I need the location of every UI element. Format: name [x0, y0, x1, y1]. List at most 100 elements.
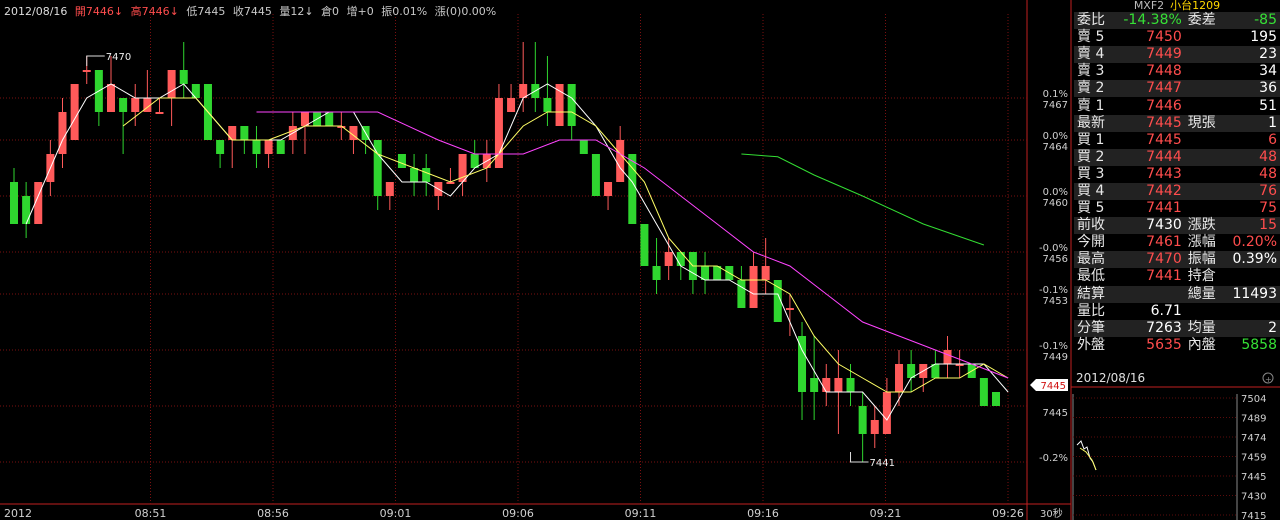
candle-body	[70, 84, 79, 140]
y-pct-label: -0.0%	[1039, 243, 1068, 254]
candle-body	[737, 280, 746, 308]
bid-row[interactable]: 買 4 7442 76	[1074, 182, 1280, 201]
ask-label: 賣 3	[1077, 63, 1105, 80]
change-pct-value: 0.20%	[1232, 234, 1277, 251]
ask-row[interactable]: 賣 5 7450 195	[1074, 29, 1280, 46]
candle-body	[676, 252, 685, 266]
y-price-label: 7467	[1043, 100, 1068, 111]
ratio-label: 委比	[1074, 12, 1113, 30]
candle-body	[785, 308, 794, 310]
avg-volume-value: 2	[1223, 319, 1280, 337]
moving-average-line	[741, 153, 985, 246]
candle-body	[979, 378, 988, 406]
bid-label: 買 5	[1077, 200, 1105, 217]
header-amplitude: 振0.01%	[381, 5, 428, 18]
ask-price: 7447	[1112, 80, 1185, 98]
y-pct-label: 0.1%	[1043, 89, 1068, 100]
outer-label: 外盤	[1077, 336, 1105, 353]
ask-row[interactable]: 賣 3 7448 34	[1074, 63, 1280, 80]
ask-label: 賣 5	[1077, 29, 1105, 46]
trades-value: 7263	[1112, 319, 1185, 337]
amplitude-value: 0.39%	[1223, 251, 1280, 269]
header-low: 低7445	[186, 5, 226, 18]
candle-body	[216, 140, 225, 154]
ask-label: 賣 4	[1074, 46, 1113, 64]
settle-value	[1112, 285, 1185, 303]
y-price-label: 7449	[1043, 352, 1068, 363]
x-tick-label: 09:01	[380, 507, 412, 520]
open-label: 今開	[1077, 234, 1105, 251]
bid-row[interactable]: 買 1 7445 6	[1074, 132, 1280, 149]
stat-row: 最低 7441 持倉	[1074, 268, 1280, 285]
y-price-label: 7453	[1043, 296, 1068, 307]
bid-row[interactable]: 買 2 7444 48	[1074, 148, 1280, 166]
avg-volume-label: 均量	[1184, 319, 1224, 337]
candle-body	[640, 224, 649, 266]
mini-tick-label: 7430	[1241, 492, 1266, 503]
current-price-label: 7445	[1041, 381, 1066, 392]
mini-tick-label: 7504	[1241, 394, 1266, 405]
settle-label: 結算	[1074, 285, 1113, 303]
candle-body	[882, 392, 891, 434]
candle-body	[652, 266, 661, 280]
bid-label: 買 3	[1077, 165, 1105, 182]
change-pct-label: 漲幅	[1187, 234, 1216, 251]
mini-chart-date: 2012/08/16	[1076, 371, 1146, 385]
x-tick-label: 09:21	[870, 507, 902, 520]
y-pct-label: -0.1%	[1039, 341, 1068, 352]
candle-body	[179, 70, 188, 84]
amplitude-label: 振幅	[1184, 251, 1224, 269]
high-marker-line	[86, 55, 105, 66]
bid-row[interactable]: 買 3 7443 48	[1074, 166, 1280, 183]
bid-label: 買 4	[1074, 182, 1113, 201]
y-pct-label: 0.0%	[1043, 187, 1068, 198]
stat-row: 外盤 5635 內盤 5858	[1074, 337, 1280, 354]
candle-body	[604, 182, 613, 196]
bid-price: 7442	[1112, 182, 1185, 201]
y-pct-label: -0.1%	[1039, 285, 1068, 296]
change-value: 15	[1223, 217, 1280, 235]
stat-row: 結算 總量 11493	[1074, 285, 1280, 303]
ask-row[interactable]: 賣 2 7447 36	[1074, 80, 1280, 98]
candle-body	[119, 98, 128, 112]
stat-row: 今開 7461 漲幅 0.20%	[1074, 234, 1280, 251]
candle-body	[870, 420, 879, 434]
candle-body	[895, 364, 904, 392]
last-label: 最新	[1074, 114, 1113, 132]
candle-body	[943, 350, 952, 364]
stat-row: 量比 6.71	[1074, 303, 1280, 320]
bid-row[interactable]: 買 5 7441 75	[1074, 200, 1280, 217]
volume-ratio-value: 6.71	[1150, 302, 1182, 319]
header-date: 2012/08/16	[4, 5, 68, 18]
stat-row: 前收 7430 漲跌 15	[1074, 217, 1280, 235]
ask-qty: 23	[1223, 46, 1280, 64]
candle-body	[155, 112, 164, 114]
mini-price-line	[1076, 440, 1097, 471]
x-tick-label: 08:56	[257, 507, 289, 520]
candle-body	[846, 378, 855, 392]
low-marker-label: 7441	[870, 458, 895, 469]
bid-label: 買 2	[1074, 148, 1113, 166]
trades-label: 分筆	[1074, 319, 1113, 337]
ask-qty: 34	[1259, 63, 1277, 80]
high-value: 7470	[1112, 251, 1185, 269]
volume-ratio-label: 量比	[1077, 302, 1105, 319]
bid-qty: 48	[1223, 148, 1280, 166]
header-high: 高7446↓	[130, 5, 179, 18]
prev-close-value: 7430	[1112, 217, 1185, 235]
ask-row[interactable]: 賣 1 7446 51	[1074, 97, 1280, 114]
bid-qty: 48	[1259, 165, 1277, 182]
candle-body	[543, 98, 552, 112]
ask-price: 7448	[1146, 63, 1182, 80]
candle-body	[591, 154, 600, 196]
last-trade-row[interactable]: 最新 7445 現張 1	[1074, 114, 1280, 132]
candle-body	[240, 126, 249, 140]
ask-row[interactable]: 賣 4 7449 23	[1074, 46, 1280, 64]
ratio-value: -14.38%	[1112, 12, 1185, 30]
contract-name: 小台1209	[1170, 0, 1221, 12]
y-pct-label: -0.2%	[1039, 453, 1068, 464]
bid-label: 買 1	[1077, 131, 1105, 148]
prev-close-label: 前收	[1074, 217, 1113, 235]
candle-body	[410, 168, 419, 182]
x-tick-label: 09:26	[992, 507, 1024, 520]
